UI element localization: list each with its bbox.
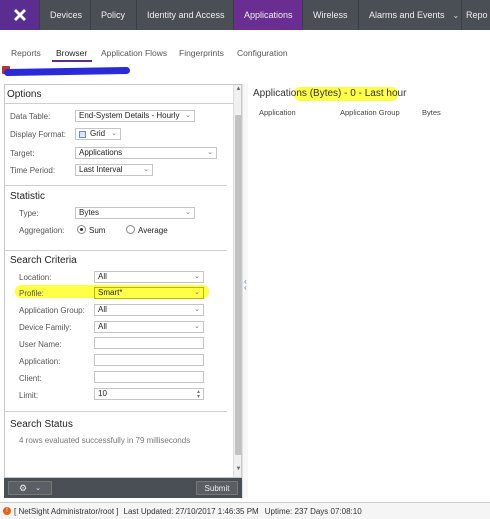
location-label: Location: [19, 273, 52, 282]
sum-radio[interactable] [77, 225, 86, 234]
chevron-down-icon: ⌄ [143, 166, 149, 173]
location-select[interactable]: All ⌄ [94, 271, 204, 283]
nav-tab-policy[interactable]: Policy [91, 0, 137, 30]
time-period-label: Time Period: [10, 166, 56, 175]
chevron-down-icon: ⌄ [194, 306, 200, 313]
scroll-up-icon[interactable]: ▲ [234, 86, 241, 96]
application-input[interactable] [94, 354, 204, 366]
sum-radio-label: Sum [89, 226, 106, 235]
status-last-updated: Last Updated: 27/10/2017 1:46:35 PM [123, 506, 259, 516]
column-header-application[interactable]: Application [259, 108, 296, 117]
sub-tabs: Reports Browser Application Flows Finger… [0, 44, 490, 62]
profile-select[interactable]: Smart* ⌄ [94, 287, 204, 299]
settings-menu-button[interactable]: ⚙ ⌄ [8, 481, 52, 495]
time-period-select[interactable]: Last Interval ⌄ [75, 164, 153, 176]
application-label: Application: [19, 357, 61, 366]
client-label: Client: [19, 374, 42, 383]
subtab-fingerprints[interactable]: Fingerprints [179, 48, 224, 58]
limit-label: Limit: [19, 391, 39, 400]
warning-icon: ! [3, 507, 11, 515]
subtab-configuration[interactable]: Configuration [237, 48, 288, 58]
breadcrumb [0, 64, 490, 78]
gear-icon: ⚙ [19, 482, 28, 493]
nav-tab-identity-access[interactable]: Identity and Access [137, 0, 234, 30]
status-uptime: Uptime: 237 Days 07:08:10 [264, 506, 362, 516]
chevron-down-icon: ⌄ [111, 130, 117, 137]
subtab-browser[interactable]: Browser [56, 48, 87, 58]
search-status-title: Search Status [10, 419, 73, 430]
column-header-application-group[interactable]: Application Group [340, 108, 400, 117]
active-tab-indicator [52, 60, 92, 62]
divider [5, 411, 227, 412]
subtab-reports[interactable]: Reports [11, 48, 41, 58]
statistic-title: Statistic [10, 191, 46, 202]
results-title: Applications (Bytes) - 0 - Last hour [253, 88, 407, 99]
status-bar: ! [ NetSight Administrator/root ] Last U… [0, 502, 490, 519]
average-radio[interactable] [126, 225, 135, 234]
chevron-down-icon: ⌄ [207, 149, 213, 156]
target-select[interactable]: Applications ⌄ [75, 147, 217, 159]
divider [5, 103, 233, 104]
nav-tab-alarms-events[interactable]: Alarms and Events ⌄ [359, 0, 462, 30]
submit-button[interactable]: Submit [196, 481, 238, 495]
nav-tab-applications[interactable]: Applications [234, 0, 303, 30]
target-label: Target: [10, 149, 35, 158]
top-nav: Devices Policy Identity and Access Appli… [0, 0, 490, 30]
profile-label: Profile: [19, 289, 44, 298]
application-group-select[interactable]: All ⌄ [94, 304, 204, 316]
device-family-label: Device Family: [19, 323, 72, 332]
data-table-select[interactable]: End-System Details - Hourly ⌄ [75, 110, 195, 122]
data-table-label: Data Table: [10, 112, 51, 121]
chevron-down-icon: ⌄ [452, 10, 460, 20]
chevron-down-icon: ⌄ [185, 112, 191, 119]
nav-tab-devices[interactable]: Devices [40, 0, 91, 30]
chevron-down-icon: ⌄ [185, 209, 191, 216]
average-radio-label: Average [138, 226, 168, 235]
aggregation-label: Aggregation: [19, 226, 65, 235]
status-user: [ NetSight Administrator/root ] [14, 506, 119, 516]
display-format-select[interactable]: Grid ⌄ [75, 128, 121, 140]
redacted-text [3, 66, 131, 77]
search-status-message: 4 rows evaluated successfully in 79 mill… [19, 436, 191, 445]
stepper-arrows-icon[interactable]: ▴ ▾ [197, 389, 200, 400]
options-title: Options [7, 89, 42, 100]
results-panel: Applications (Bytes) - 0 - Last hour App… [248, 84, 490, 498]
chevron-down-icon: ⌄ [194, 289, 200, 296]
scroll-thumb[interactable] [235, 115, 241, 455]
column-header-bytes[interactable]: Bytes [422, 108, 441, 117]
client-input[interactable] [94, 371, 204, 383]
nav-tab-wireless[interactable]: Wireless [303, 0, 359, 30]
limit-stepper[interactable]: 10 ▴ ▾ [94, 388, 204, 400]
collapse-arrows-icon[interactable]: ‹ ‹ [244, 278, 247, 292]
type-label: Type: [19, 209, 39, 218]
chevron-down-icon: ⌄ [194, 273, 200, 280]
options-panel: Options Data Table: End-System Details -… [4, 84, 242, 478]
search-criteria-title: Search Criteria [10, 255, 77, 266]
scroll-down-icon[interactable]: ▼ [234, 466, 241, 476]
chevron-down-icon: ⌄ [194, 323, 200, 330]
extreme-logo[interactable] [0, 0, 40, 30]
divider [5, 250, 227, 251]
display-format-label: Display Format: [10, 130, 67, 139]
grid-icon [79, 131, 86, 138]
application-group-label: Application Group: [19, 306, 85, 315]
logo-icon [13, 9, 26, 21]
options-scrollbar[interactable]: ▲ ▼ [233, 85, 241, 477]
user-name-label: User Name: [19, 340, 62, 349]
subtab-application-flows[interactable]: Application Flows [101, 48, 167, 58]
device-family-select[interactable]: All ⌄ [94, 321, 204, 333]
divider [5, 185, 227, 186]
chevron-down-icon: ⌄ [35, 485, 41, 492]
type-select[interactable]: Bytes ⌄ [75, 207, 195, 219]
nav-tab-reports[interactable]: Repo [462, 0, 490, 30]
user-name-input[interactable] [94, 337, 204, 349]
options-toolbar: ⚙ ⌄ Submit [4, 478, 242, 498]
